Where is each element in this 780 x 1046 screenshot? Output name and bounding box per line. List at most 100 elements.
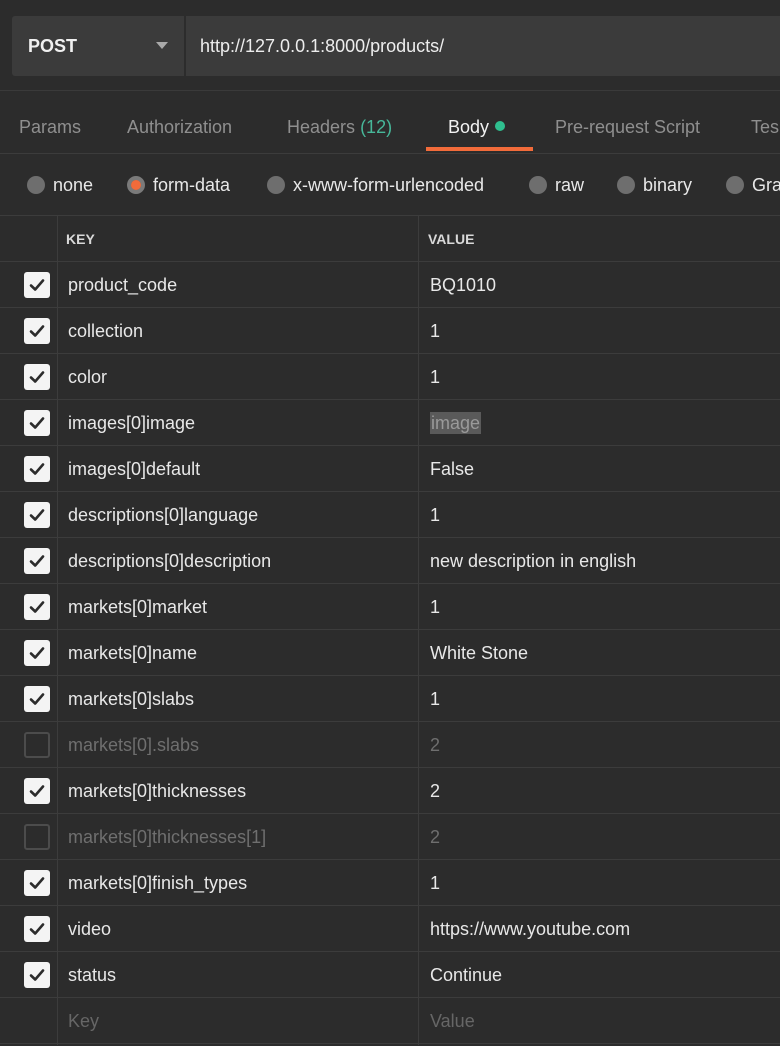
radio-form-data[interactable]: form-data (127, 154, 230, 216)
value-cell[interactable]: BQ1010 (430, 262, 496, 308)
tab-authorization[interactable]: Authorization (127, 92, 232, 153)
tab-label: Pre-request Script (555, 117, 701, 137)
table-row: images[0]default False (0, 446, 780, 492)
table-row: color 1 (0, 354, 780, 400)
value-cell[interactable]: False (430, 446, 474, 492)
value-cell[interactable]: 1 (430, 308, 440, 354)
value-cell[interactable]: 1 (430, 860, 440, 906)
tab-headers[interactable]: Headers (12) (287, 92, 393, 153)
tab-pre-request-script[interactable]: Pre-request Script (555, 92, 701, 153)
checkmark-icon (29, 785, 45, 797)
value-column-header: VALUE (428, 231, 475, 247)
tab-tests[interactable]: Tes (751, 92, 779, 153)
tab-params[interactable]: Params (19, 92, 82, 153)
new-value-input[interactable]: Value (430, 998, 475, 1044)
value-cell[interactable]: 2 (430, 814, 440, 860)
key-cell[interactable]: descriptions[0]language (68, 492, 258, 538)
url-input[interactable]: http://127.0.0.1:8000/products/ (185, 16, 780, 76)
key-cell[interactable]: markets[0]name (68, 630, 197, 676)
radio-binary[interactable]: binary (617, 154, 692, 216)
row-checkbox[interactable] (24, 686, 50, 712)
radio-none[interactable]: none (27, 154, 93, 216)
table-row: markets[0]name White Stone (0, 630, 780, 676)
row-checkbox[interactable] (24, 640, 50, 666)
radio-icon (27, 176, 45, 194)
value-cell[interactable]: new description in english (430, 538, 636, 584)
value-cell[interactable]: 2 (430, 722, 440, 768)
value-cell[interactable]: 1 (430, 584, 440, 630)
key-cell[interactable]: markets[0]thicknesses[1] (68, 814, 266, 860)
key-cell[interactable]: markets[0].slabs (68, 722, 199, 768)
checkmark-icon (29, 509, 45, 521)
row-checkbox[interactable] (24, 548, 50, 574)
headers-count-badge: (12) (360, 117, 393, 137)
row-checkbox[interactable] (24, 410, 50, 436)
request-bar: POST http://127.0.0.1:8000/products/ (0, 0, 780, 91)
checkmark-icon (29, 969, 45, 981)
row-checkbox[interactable] (24, 364, 50, 390)
radio-icon (267, 176, 285, 194)
request-input-group: POST http://127.0.0.1:8000/products/ (12, 16, 780, 76)
new-key-input[interactable]: Key (68, 998, 99, 1044)
radio-graphql[interactable]: Gra (726, 154, 780, 216)
table-header: KEY VALUE (0, 215, 780, 262)
row-checkbox[interactable] (24, 824, 50, 850)
key-cell[interactable]: markets[0]slabs (68, 676, 194, 722)
table-body: product_code BQ1010 collection 1 color 1 image… (0, 262, 780, 998)
value-cell[interactable]: 2 (430, 768, 440, 814)
value-cell[interactable]: 1 (430, 354, 440, 400)
key-cell[interactable]: collection (68, 308, 143, 354)
row-checkbox[interactable] (24, 916, 50, 942)
row-checkbox[interactable] (24, 962, 50, 988)
checkmark-icon (29, 877, 45, 889)
key-cell[interactable]: markets[0]thicknesses (68, 768, 246, 814)
active-dot-icon (495, 121, 506, 131)
table-row: images[0]image image (0, 400, 780, 446)
table-row: descriptions[0]language 1 (0, 492, 780, 538)
table-row: product_code BQ1010 (0, 262, 780, 308)
row-checkbox[interactable] (24, 272, 50, 298)
row-checkbox[interactable] (24, 502, 50, 528)
table-row: descriptions[0]description new descriptio… (0, 538, 780, 584)
key-cell[interactable]: status (68, 952, 116, 998)
form-data-table: KEY VALUE product_code BQ1010 collection 1 c… (0, 215, 780, 1045)
row-checkbox[interactable] (24, 594, 50, 620)
checkmark-icon (29, 417, 45, 429)
row-checkbox[interactable] (24, 778, 50, 804)
table-row: markets[0]slabs 1 (0, 676, 780, 722)
key-cell[interactable]: markets[0]market (68, 584, 207, 630)
checkmark-icon (29, 693, 45, 705)
key-cell[interactable]: video (68, 906, 111, 952)
table-row: video https://www.youtube.com (0, 906, 780, 952)
file-chip[interactable]: image (430, 412, 482, 434)
key-cell[interactable]: markets[0]finish_types (68, 860, 247, 906)
method-select[interactable]: POST (12, 16, 184, 76)
radio-raw[interactable]: raw (529, 154, 584, 216)
key-column-header: KEY (66, 231, 95, 247)
value-cell[interactable]: White Stone (430, 630, 528, 676)
row-checkbox[interactable] (24, 732, 50, 758)
key-cell[interactable]: images[0]default (68, 446, 200, 492)
file-value-cell[interactable]: image (430, 400, 482, 446)
tab-body[interactable]: Body (448, 92, 506, 153)
body-type-radio-group: none form-data x-www-form-urlencoded raw… (0, 154, 780, 216)
table-row: markets[0].slabs 2 (0, 722, 780, 768)
tab-label: Headers (287, 117, 356, 137)
key-cell[interactable]: images[0]image (68, 400, 195, 446)
row-checkbox[interactable] (24, 456, 50, 482)
value-cell[interactable]: 1 (430, 492, 440, 538)
value-cell[interactable]: 1 (430, 676, 440, 722)
value-cell[interactable]: Continue (430, 952, 502, 998)
key-cell[interactable]: product_code (68, 262, 177, 308)
row-checkbox[interactable] (24, 870, 50, 896)
table-row: status Continue (0, 952, 780, 998)
radio-label: x-www-form-urlencoded (293, 174, 485, 195)
value-cell[interactable]: https://www.youtube.com (430, 906, 630, 952)
tab-label: Params (19, 117, 82, 137)
key-cell[interactable]: descriptions[0]description (68, 538, 271, 584)
radio-x-www-form-urlencoded[interactable]: x-www-form-urlencoded (267, 154, 484, 216)
key-cell[interactable]: color (68, 354, 107, 400)
table-row: markets[0]market 1 (0, 584, 780, 630)
row-checkbox[interactable] (24, 318, 50, 344)
checkmark-icon (29, 601, 45, 613)
